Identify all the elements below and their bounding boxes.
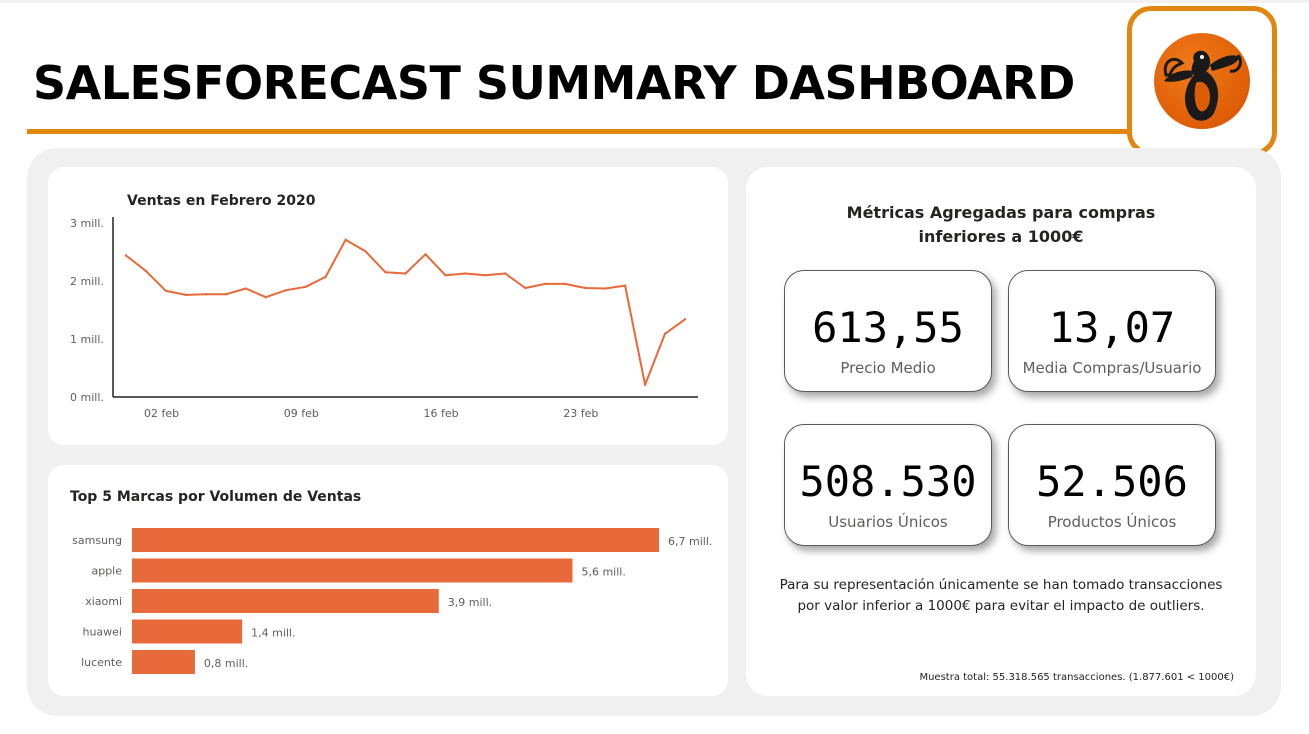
sales-data-point xyxy=(444,274,447,277)
kpi-label: Precio Medio xyxy=(840,359,936,377)
metrics-title-line-2: inferiores a 1000€ xyxy=(918,227,1084,246)
kpi-value: 508.530 xyxy=(799,457,977,506)
x-tick-label: 02 feb xyxy=(144,407,179,420)
y-tick-label: 2 mill. xyxy=(70,275,104,288)
title-underline xyxy=(27,129,1137,134)
metrics-card: Métricas Agregadas para compras inferior… xyxy=(746,167,1256,696)
sales-series-line xyxy=(125,238,686,386)
kpi-value: 13,07 xyxy=(1048,303,1176,352)
sales-data-point xyxy=(404,272,407,275)
top-strip xyxy=(0,0,1309,3)
logo-frame xyxy=(1127,6,1277,156)
sales-data-point xyxy=(544,282,547,286)
x-tick-label: 16 feb xyxy=(423,407,458,420)
sales-data-point xyxy=(284,289,287,292)
bar-category-label: lucente xyxy=(81,656,122,669)
bar-category-label: xiaomi xyxy=(85,595,122,608)
sales-data-point xyxy=(603,287,607,290)
sales-data-point xyxy=(464,272,467,275)
sales-data-point xyxy=(224,293,228,296)
metrics-title: Métricas Agregadas para compras inferior… xyxy=(746,201,1256,249)
y-tick-label: 1 mill. xyxy=(70,333,104,346)
sales-data-point xyxy=(384,271,387,274)
sales-data-point xyxy=(124,254,128,257)
bar-value-label: 5,6 mill. xyxy=(581,566,625,579)
sales-data-point xyxy=(204,293,208,296)
kpi-value: 52.506 xyxy=(1036,457,1188,506)
top-brands-card: Top 5 Marcas por Volumen de Ventas samsu… xyxy=(48,465,728,696)
outlier-note-line-2: por valor inferior a 1000€ para evitar e… xyxy=(797,598,1205,614)
sales-data-point xyxy=(424,253,427,256)
bar-lucente xyxy=(132,650,195,674)
bar-value-label: 0,8 mill. xyxy=(204,657,248,670)
kpi-card-precio-medio: 613,55 Precio Medio xyxy=(784,270,992,392)
kpi-card-productos-unicos: 52.506 Productos Únicos xyxy=(1008,424,1216,546)
sales-data-point xyxy=(484,274,487,277)
bar-category-label: huawei xyxy=(82,626,122,639)
sample-size-note: Muestra total: 55.318.565 transacciones.… xyxy=(919,672,1234,683)
outlier-note-line-1: Para su representación únicamente se han… xyxy=(779,577,1223,593)
x-tick-label: 23 feb xyxy=(563,407,598,420)
page-title: SALESFORECAST SUMMARY DASHBOARD xyxy=(33,56,1075,110)
bar-chart: samsung 6,7 mill. apple 5,6 mill. xiaomi 3,9 … xyxy=(72,528,712,674)
kpi-label: Media Compras/Usuario xyxy=(1022,359,1202,377)
sales-data-point xyxy=(504,272,507,275)
sales-data-point xyxy=(663,332,667,335)
bar-apple xyxy=(132,558,573,583)
kpi-card-usuarios-unicos: 508.530 Usuarios Únicos xyxy=(784,424,992,546)
sales-data-point xyxy=(524,286,527,290)
sales-data-point xyxy=(304,285,307,288)
sales-data-point xyxy=(364,250,367,253)
metrics-title-line-1: Métricas Agregadas para compras xyxy=(846,203,1156,222)
kpi-card-media-compras: 13,07 Media Compras/Usuario xyxy=(1008,270,1216,392)
sales-data-point xyxy=(144,269,148,273)
sales-data-point xyxy=(244,287,247,290)
sales-data-point xyxy=(164,289,168,293)
bar-category-label: samsung xyxy=(72,534,122,547)
sales-data-point xyxy=(264,296,267,299)
bar-value-label: 6,7 mill. xyxy=(668,535,712,548)
sales-data-point xyxy=(643,383,647,387)
outlier-note: Para su representación únicamente se han… xyxy=(770,575,1232,617)
y-tick-label: 0 mill. xyxy=(70,391,104,404)
penguin-logo-icon xyxy=(1154,33,1250,129)
sales-data-point xyxy=(564,282,567,286)
kpi-value: 613,55 xyxy=(812,303,964,352)
sales-data-point xyxy=(184,293,188,297)
bar-xiaomi xyxy=(132,589,439,613)
bar-category-label: apple xyxy=(91,565,122,578)
y-tick-label: 3 mill. xyxy=(70,217,104,230)
sales-february-card: Ventas en Febrero 2020 0 mill. 1 mill. 2 m… xyxy=(48,167,728,445)
kpi-label: Productos Únicos xyxy=(1047,513,1177,531)
x-tick-label: 09 feb xyxy=(284,407,319,420)
bar-samsung xyxy=(132,528,659,552)
sales-data-point xyxy=(683,318,687,321)
sales-data-point xyxy=(583,286,587,290)
sales-data-point xyxy=(324,275,327,279)
sales-data-point xyxy=(623,284,627,287)
bar-huawei xyxy=(132,619,243,644)
bar-value-label: 1,4 mill. xyxy=(251,627,295,640)
kpi-label: Usuarios Únicos xyxy=(828,513,948,531)
line-chart: 0 mill. 1 mill. 2 mill. 3 mill. 02 feb 09 feb… xyxy=(70,217,698,420)
sales-data-point xyxy=(344,238,347,242)
bar-value-label: 3,9 mill. xyxy=(448,596,492,609)
